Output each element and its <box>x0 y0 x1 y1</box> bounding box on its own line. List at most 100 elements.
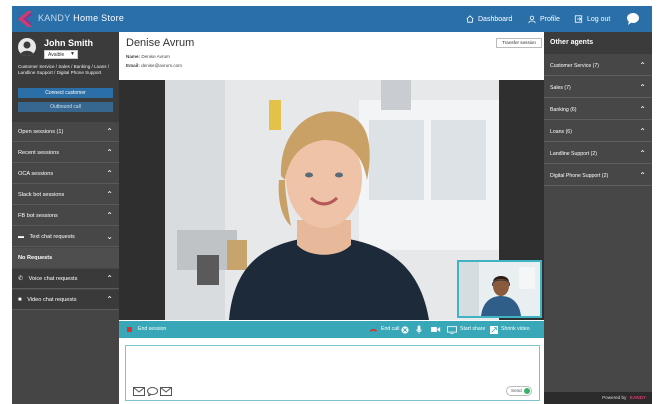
chevron-up-icon: ⌃ <box>639 171 646 180</box>
section-label: Slack bot sessions <box>18 192 65 198</box>
shrink-icon <box>490 325 498 334</box>
send-label: Send <box>511 388 522 393</box>
chevron-up-icon: ⌃ <box>106 169 113 178</box>
agent-group-sales[interactable]: Sales (7) ⌃ <box>544 78 652 98</box>
section-oca-sessions[interactable]: OCA sessions ⌃ <box>12 164 119 184</box>
send-button[interactable]: Send <box>506 386 532 396</box>
email-icon[interactable] <box>133 387 145 396</box>
section-label: Voice chat requests <box>28 276 78 282</box>
chevron-up-icon: ⌃ <box>106 148 113 157</box>
chat-icon: ▬ <box>18 234 24 240</box>
agent-group-label: Loans (6) <box>550 129 572 135</box>
logout-icon <box>574 15 583 23</box>
nav-profile[interactable]: Profile <box>528 6 560 32</box>
agent-panel: John Smith Avaible ▼ Customer Service / … <box>12 32 119 122</box>
app-window: KANDY Home Store Dashboard Profile Log o… <box>12 6 652 404</box>
chevron-up-icon: ⌃ <box>639 105 646 114</box>
home-icon <box>466 15 474 23</box>
chevron-up-icon: ⌃ <box>639 61 646 70</box>
section-open-sessions[interactable]: Open sessions (1) ⌃ <box>12 122 119 142</box>
end-call-button[interactable]: End call <box>369 321 399 338</box>
connect-customer-button[interactable]: Connect customer <box>18 88 113 98</box>
shrink-video-label: Shrink video <box>501 326 530 332</box>
chevron-down-icon: ⌄ <box>106 232 113 241</box>
powered-by: Powered by KANDY <box>544 392 652 404</box>
local-video-image <box>459 262 540 316</box>
section-label: Recent sessions <box>18 150 60 156</box>
start-share-label: Start share <box>460 326 486 332</box>
kandy-logo-icon <box>18 11 32 27</box>
agent-group-banking[interactable]: Banking (6) ⌃ <box>544 100 652 120</box>
chevron-up-icon: ⌃ <box>106 127 113 136</box>
end-session-button[interactable]: End session <box>127 321 166 338</box>
mute-button[interactable] <box>416 321 422 338</box>
powered-by-label: Powered by <box>602 395 627 400</box>
chat-icon[interactable] <box>147 387 158 396</box>
close-circle-button[interactable] <box>401 321 409 338</box>
section-video-chat-requests[interactable]: ■ Video chat requests ⌃ <box>12 290 119 310</box>
local-video-preview[interactable] <box>457 260 542 318</box>
phone-icon: ✆ <box>18 276 24 282</box>
name-label: Name: <box>126 54 141 59</box>
agent-group-label: Sales (7) <box>550 85 571 91</box>
contact-name-line: Name: Denise Avrum <box>126 54 170 59</box>
contact-email-line: Email: denise@avrum.com <box>126 63 182 68</box>
chat-bubble-icon[interactable] <box>626 12 640 26</box>
brand-prefix: KANDY <box>38 13 71 23</box>
section-label: FB bot sessions <box>18 213 58 219</box>
name-value: Denise Avrum <box>141 54 170 59</box>
agent-group-label: Landline Support (2) <box>550 151 598 157</box>
section-voice-chat-requests[interactable]: ✆ Voice chat requests ⌃ <box>12 269 119 289</box>
no-requests-text: No Requests <box>12 248 119 268</box>
chevron-up-icon: ⌃ <box>106 274 113 283</box>
section-fb-bot-sessions[interactable]: FB bot sessions ⌃ <box>12 206 119 226</box>
agent-group-label: Digital Phone Support (2) <box>550 173 609 179</box>
send-indicator-icon <box>524 388 530 394</box>
end-call-label: End call <box>381 326 400 332</box>
left-sidebar: John Smith Avaible ▼ Customer Service / … <box>12 32 119 404</box>
agent-group-landline-support[interactable]: Landline Support (2) ⌃ <box>544 144 652 164</box>
transfer-session-button[interactable]: Transfer session <box>496 38 542 48</box>
video-camera-icon: ■ <box>18 297 22 303</box>
nav-dashboard-label: Dashboard <box>478 15 513 23</box>
right-sidebar: Other agents Customer Service (7) ⌃ Sale… <box>544 32 652 404</box>
section-slack-bot-sessions[interactable]: Slack bot sessions ⌃ <box>12 185 119 205</box>
nav-logout[interactable]: Log out <box>574 6 610 32</box>
email-value[interactable]: denise@avrum.com <box>141 63 182 68</box>
video-stream <box>119 80 544 320</box>
chevron-up-icon: ⌃ <box>639 83 646 92</box>
camera-button[interactable] <box>431 321 441 338</box>
close-circle-icon <box>401 325 409 334</box>
agent-group-customer-service[interactable]: Customer Service (7) ⌃ <box>544 56 652 76</box>
brand[interactable]: KANDY Home Store <box>38 13 124 23</box>
powered-by-brand: KANDY <box>629 395 646 400</box>
status-select[interactable]: Avaible ▼ <box>44 50 78 59</box>
section-text-chat-requests[interactable]: ▬ Text chat requests ⌄ <box>12 227 119 247</box>
avatar <box>18 38 36 56</box>
top-bar: KANDY Home Store Dashboard Profile Log o… <box>12 6 652 32</box>
nav-logout-label: Log out <box>587 15 611 23</box>
agent-name: John Smith <box>44 38 93 48</box>
outbound-call-button[interactable]: Outbound call <box>18 102 113 112</box>
screen-share-icon <box>447 325 457 334</box>
section-recent-sessions[interactable]: Recent sessions ⌃ <box>12 143 119 163</box>
chevron-up-icon: ⌃ <box>106 211 113 220</box>
sms-icon[interactable] <box>160 387 172 396</box>
nav-profile-label: Profile <box>540 15 560 23</box>
chevron-up-icon: ⌃ <box>106 295 113 304</box>
section-label: Text chat requests <box>29 234 75 240</box>
agent-group-digital-phone-support[interactable]: Digital Phone Support (2) ⌃ <box>544 166 652 186</box>
start-share-button[interactable]: Start share <box>447 321 485 338</box>
agent-group-loans[interactable]: Loans (6) ⌃ <box>544 122 652 142</box>
shrink-video-button[interactable]: Shrink video <box>490 321 530 338</box>
agent-group-label: Banking (6) <box>550 107 577 113</box>
nav-dashboard[interactable]: Dashboard <box>466 6 512 32</box>
avatar-user-icon <box>20 41 34 56</box>
hangup-icon <box>369 328 378 332</box>
agent-skills: Customer Service / Sales / Banking / Loa… <box>18 64 110 75</box>
message-composer[interactable]: Send <box>125 345 540 401</box>
caret-down-icon: ▼ <box>70 51 75 57</box>
other-agents-title: Other agents <box>544 32 652 54</box>
status-value: Avaible <box>48 52 65 58</box>
section-label: OCA sessions <box>18 171 54 177</box>
